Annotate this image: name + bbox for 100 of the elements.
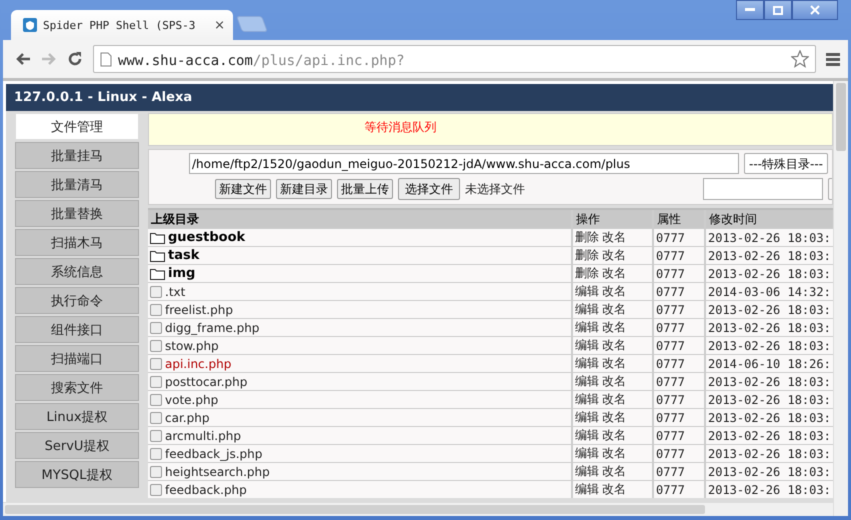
- file-link[interactable]: feedback.php: [165, 482, 247, 496]
- action-link[interactable]: 编辑: [575, 337, 599, 354]
- action-link[interactable]: 改名: [602, 301, 626, 318]
- action-link[interactable]: 改名: [602, 391, 626, 408]
- toolbar-button[interactable]: 新建文件: [215, 179, 271, 199]
- new-tab-button[interactable]: [236, 16, 268, 32]
- table-cell: 0777: [654, 481, 704, 498]
- row-checkbox[interactable]: [150, 304, 162, 316]
- forward-icon[interactable]: [41, 52, 57, 66]
- sidebar-item[interactable]: 批量替换: [15, 200, 139, 227]
- close-icon: [810, 5, 820, 15]
- action-link[interactable]: 编辑: [575, 283, 599, 300]
- file-link[interactable]: posttocar.php: [165, 374, 248, 388]
- action-link[interactable]: 编辑: [575, 355, 599, 372]
- action-link[interactable]: 改名: [602, 409, 626, 426]
- column-header[interactable]: 上级目录: [148, 210, 571, 228]
- row-checkbox[interactable]: [150, 448, 162, 460]
- tab-close-button[interactable]: ×: [214, 18, 225, 32]
- back-icon[interactable]: [15, 52, 31, 66]
- action-link[interactable]: 改名: [602, 337, 626, 354]
- minimize-button[interactable]: [736, 0, 764, 20]
- action-link[interactable]: 改名: [602, 229, 626, 246]
- action-link[interactable]: 编辑: [575, 373, 599, 390]
- toolbar-button[interactable]: 新建目录: [276, 179, 332, 199]
- table-cell: 2013-02-26 18:03:: [706, 301, 833, 318]
- action-link[interactable]: 删除: [575, 229, 599, 246]
- star-icon[interactable]: [791, 50, 809, 68]
- browser-tab[interactable]: Spider PHP Shell (SPS-3 ×: [11, 10, 233, 40]
- maximize-button[interactable]: [764, 0, 792, 20]
- table-cell: 2013-02-26 18:03:: [706, 391, 833, 408]
- action-link[interactable]: 编辑: [575, 409, 599, 426]
- action-link[interactable]: 改名: [602, 265, 626, 282]
- table-cell: 2013-02-26 18:03:: [706, 265, 833, 282]
- file-link[interactable]: heightsearch.php: [165, 464, 270, 478]
- action-link[interactable]: 删除: [575, 247, 599, 264]
- special-dir-select[interactable]: ---特殊目录---: [744, 153, 828, 174]
- path-field[interactable]: /home/ftp2/1520/gaodun_meiguo-20150212-jdA/www.shu-acca.com/plus: [189, 153, 739, 174]
- action-link[interactable]: 编辑: [575, 391, 599, 408]
- row-checkbox[interactable]: [150, 412, 162, 424]
- row-checkbox[interactable]: [150, 286, 162, 298]
- action-link[interactable]: 改名: [602, 283, 626, 300]
- choose-file-button[interactable]: 选择文件: [398, 178, 460, 200]
- sidebar-item[interactable]: 扫描端口: [15, 345, 139, 372]
- row-checkbox[interactable]: [150, 484, 162, 496]
- action-link[interactable]: 编辑: [575, 481, 599, 498]
- row-checkbox[interactable]: [150, 394, 162, 406]
- action-link[interactable]: 改名: [602, 247, 626, 264]
- sidebar-item[interactable]: MYSQL提权: [15, 461, 139, 488]
- row-checkbox[interactable]: [150, 466, 162, 478]
- row-checkbox[interactable]: [150, 322, 162, 334]
- sidebar-item[interactable]: 批量清马: [15, 171, 139, 198]
- folder-link[interactable]: guestbook: [168, 230, 246, 245]
- row-checkbox[interactable]: [150, 430, 162, 442]
- sidebar-item[interactable]: 扫描木马: [15, 229, 139, 256]
- action-link[interactable]: 改名: [602, 373, 626, 390]
- input-field[interactable]: [703, 178, 823, 200]
- sidebar-item[interactable]: Linux提权: [15, 403, 139, 430]
- row-checkbox[interactable]: [150, 340, 162, 352]
- row-checkbox[interactable]: [150, 358, 162, 370]
- menu-icon[interactable]: [826, 52, 840, 66]
- action-link[interactable]: 改名: [602, 463, 626, 480]
- sidebar-item[interactable]: 系统信息: [15, 258, 139, 285]
- address-bar[interactable]: www.shu-acca.com/plus/api.inc.php?: [93, 45, 816, 73]
- action-link[interactable]: 改名: [602, 445, 626, 462]
- file-link[interactable]: arcmulti.php: [165, 428, 241, 442]
- folder-link[interactable]: img: [168, 266, 196, 281]
- file-link[interactable]: feedback_js.php: [165, 446, 262, 460]
- sidebar-item[interactable]: ServU提权: [15, 432, 139, 459]
- action-link[interactable]: 删除: [575, 265, 599, 282]
- file-link[interactable]: vote.php: [165, 392, 218, 406]
- sidebar-item[interactable]: 文件管理: [15, 113, 139, 140]
- table-cell: 2013-02-26 18:03:: [706, 463, 833, 480]
- sidebar-item[interactable]: 组件接口: [15, 316, 139, 343]
- action-link[interactable]: 编辑: [575, 427, 599, 444]
- close-button[interactable]: [792, 0, 838, 20]
- action-link[interactable]: 编辑: [575, 463, 599, 480]
- row-checkbox[interactable]: [150, 376, 162, 388]
- sidebar-item[interactable]: 执行命令: [15, 287, 139, 314]
- table-cell: 0777: [654, 355, 704, 372]
- file-link[interactable]: api.inc.php: [165, 356, 232, 370]
- file-link[interactable]: car.php: [165, 410, 210, 424]
- table-cell: 2013-02-26 18:03:: [706, 337, 833, 354]
- horizontal-scrollbar[interactable]: [3, 502, 833, 516]
- folder-link[interactable]: task: [168, 248, 200, 263]
- reload-icon[interactable]: [67, 51, 83, 67]
- sidebar-item[interactable]: 批量挂马: [15, 142, 139, 169]
- vertical-scrollbar[interactable]: [833, 81, 848, 516]
- sidebar-item[interactable]: 搜索文件: [15, 374, 139, 401]
- file-link[interactable]: stow.php: [165, 338, 219, 352]
- action-link[interactable]: 改名: [602, 481, 626, 498]
- action-link[interactable]: 改名: [602, 355, 626, 372]
- action-link[interactable]: 改名: [602, 427, 626, 444]
- file-link[interactable]: .txt: [165, 284, 186, 298]
- file-link[interactable]: digg_frame.php: [165, 320, 260, 334]
- action-link[interactable]: 改名: [602, 319, 626, 336]
- action-link[interactable]: 编辑: [575, 445, 599, 462]
- action-link[interactable]: 编辑: [575, 301, 599, 318]
- toolbar-button[interactable]: 批量上传: [337, 179, 393, 199]
- file-link[interactable]: freelist.php: [165, 302, 233, 316]
- action-link[interactable]: 编辑: [575, 319, 599, 336]
